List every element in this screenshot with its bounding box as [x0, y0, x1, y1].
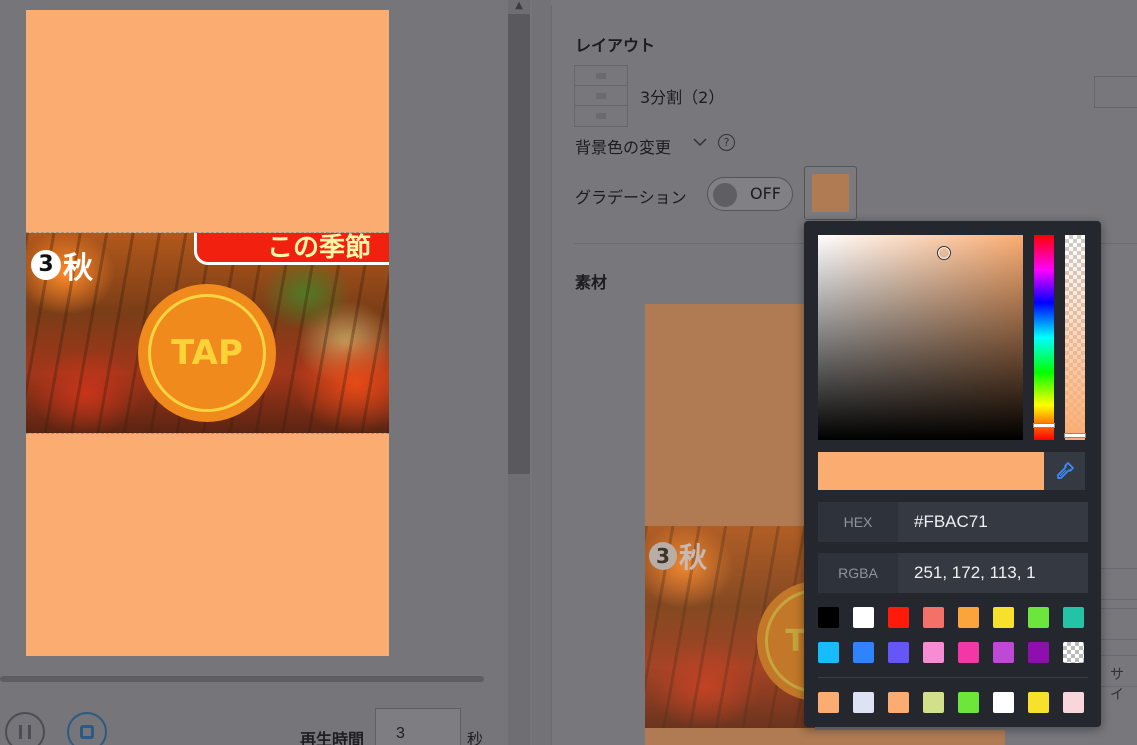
- red-banner: この季節: [194, 233, 389, 265]
- recent-color-swatch[interactable]: [1028, 692, 1049, 713]
- preset-color-swatch[interactable]: [958, 642, 979, 663]
- material-preview[interactable]: 3 秋 TAP: [645, 304, 815, 745]
- preview-canvas[interactable]: この季節 3 秋 TAP: [26, 10, 389, 656]
- hue-slider-handle[interactable]: [1033, 423, 1055, 428]
- step-badge: 3 秋: [31, 243, 93, 287]
- recent-color-swatch[interactable]: [958, 692, 979, 713]
- scroll-up-arrow-icon[interactable]: ▲: [512, 0, 526, 11]
- preset-color-swatch[interactable]: [888, 607, 909, 628]
- material-step-number: 3: [649, 542, 677, 570]
- preset-color-swatch[interactable]: [1063, 607, 1084, 628]
- toggle-knob: [713, 183, 737, 207]
- hex-row: HEX #FBAC71: [818, 502, 1088, 542]
- alpha-slider-handle[interactable]: [1064, 433, 1086, 438]
- help-icon[interactable]: ?: [718, 134, 735, 151]
- hex-label: HEX: [818, 502, 898, 542]
- material-heading: 素材: [575, 273, 608, 292]
- preset-color-swatch[interactable]: [818, 642, 839, 663]
- tap-button[interactable]: TAP: [138, 284, 276, 422]
- preset-color-swatch[interactable]: [923, 642, 944, 663]
- bg-color-swatch-button[interactable]: [804, 166, 857, 220]
- side-field-text: サイ: [1110, 667, 1124, 703]
- layout-value: 3分割（2）: [640, 88, 725, 107]
- rgba-input[interactable]: 251, 172, 113, 1: [898, 553, 1088, 593]
- step-number: 3: [31, 250, 61, 280]
- preset-color-swatch[interactable]: [888, 642, 909, 663]
- duration-input[interactable]: 3: [375, 708, 461, 745]
- recent-color-swatch[interactable]: [1063, 692, 1084, 713]
- recent-color-swatch[interactable]: [853, 692, 874, 713]
- step-label: 秋: [63, 251, 93, 286]
- rgba-label: RGBA: [818, 553, 898, 593]
- bg-color-label: 背景色の変更: [575, 138, 672, 157]
- saturation-value-area[interactable]: [818, 235, 1023, 440]
- preset-divider: [818, 677, 1088, 678]
- preset-color-swatch[interactable]: [1028, 642, 1049, 663]
- eyedropper-icon: [1056, 462, 1074, 479]
- preset-color-swatch[interactable]: [993, 642, 1014, 663]
- pane-divider: [532, 0, 551, 745]
- duration-unit: 秒: [467, 730, 484, 745]
- gradient-label: グラデーション: [575, 188, 687, 207]
- preset-color-swatch[interactable]: [1063, 642, 1084, 663]
- hue-slider[interactable]: [1034, 235, 1054, 440]
- banner-text: この季節: [267, 233, 372, 263]
- preset-color-swatch[interactable]: [923, 607, 944, 628]
- duration-label: 再生時間: [300, 730, 365, 745]
- recent-color-swatch[interactable]: [888, 692, 909, 713]
- vertical-scrollbar-thumb[interactable]: [508, 14, 530, 474]
- material-step-badge: 3 秋: [649, 536, 707, 576]
- gradient-toggle[interactable]: OFF: [707, 177, 793, 211]
- chevron-down-icon[interactable]: [692, 134, 708, 150]
- preset-color-swatch[interactable]: [818, 607, 839, 628]
- layout-thumbnail[interactable]: [574, 65, 628, 127]
- toggle-state-label: OFF: [750, 184, 781, 203]
- tap-label: TAP: [171, 333, 243, 373]
- color-picker-popover: HEX #FBAC71 RGBA 251, 172, 113, 1: [804, 221, 1101, 727]
- preset-color-swatch[interactable]: [853, 642, 874, 663]
- recent-color-swatch[interactable]: [923, 692, 944, 713]
- preset-color-swatch[interactable]: [853, 607, 874, 628]
- layout-select[interactable]: [1094, 76, 1137, 108]
- pause-icon: [19, 725, 31, 739]
- color-swatch-fill: [812, 174, 849, 212]
- recent-color-swatch[interactable]: [993, 692, 1014, 713]
- material-step-label: 秋: [679, 541, 708, 574]
- rgba-row: RGBA 251, 172, 113, 1: [818, 553, 1088, 593]
- material-strip: [645, 730, 1005, 745]
- recent-color-swatch[interactable]: [818, 692, 839, 713]
- preset-color-swatch[interactable]: [993, 607, 1014, 628]
- sv-cursor[interactable]: [937, 246, 951, 260]
- preset-color-swatch[interactable]: [1028, 607, 1049, 628]
- autumn-photo: この季節 3 秋 TAP: [26, 232, 389, 434]
- side-field[interactable]: [1100, 608, 1137, 640]
- stop-button[interactable]: [67, 712, 107, 745]
- pause-button[interactable]: [5, 712, 45, 745]
- layout-heading: レイアウト: [575, 36, 656, 55]
- material-photo: 3 秋 TAP: [645, 526, 815, 728]
- eyedropper-button[interactable]: [1044, 452, 1085, 490]
- current-color-preview: [818, 452, 1044, 490]
- preset-color-swatch[interactable]: [958, 607, 979, 628]
- hex-input[interactable]: #FBAC71: [898, 502, 1088, 542]
- alpha-slider[interactable]: [1065, 235, 1085, 440]
- horizontal-scrollbar[interactable]: [0, 676, 484, 682]
- preview-pane: この季節 3 秋 TAP 再生時間 3 秒: [0, 0, 532, 745]
- side-field[interactable]: [1100, 568, 1137, 600]
- stop-icon: [80, 725, 94, 739]
